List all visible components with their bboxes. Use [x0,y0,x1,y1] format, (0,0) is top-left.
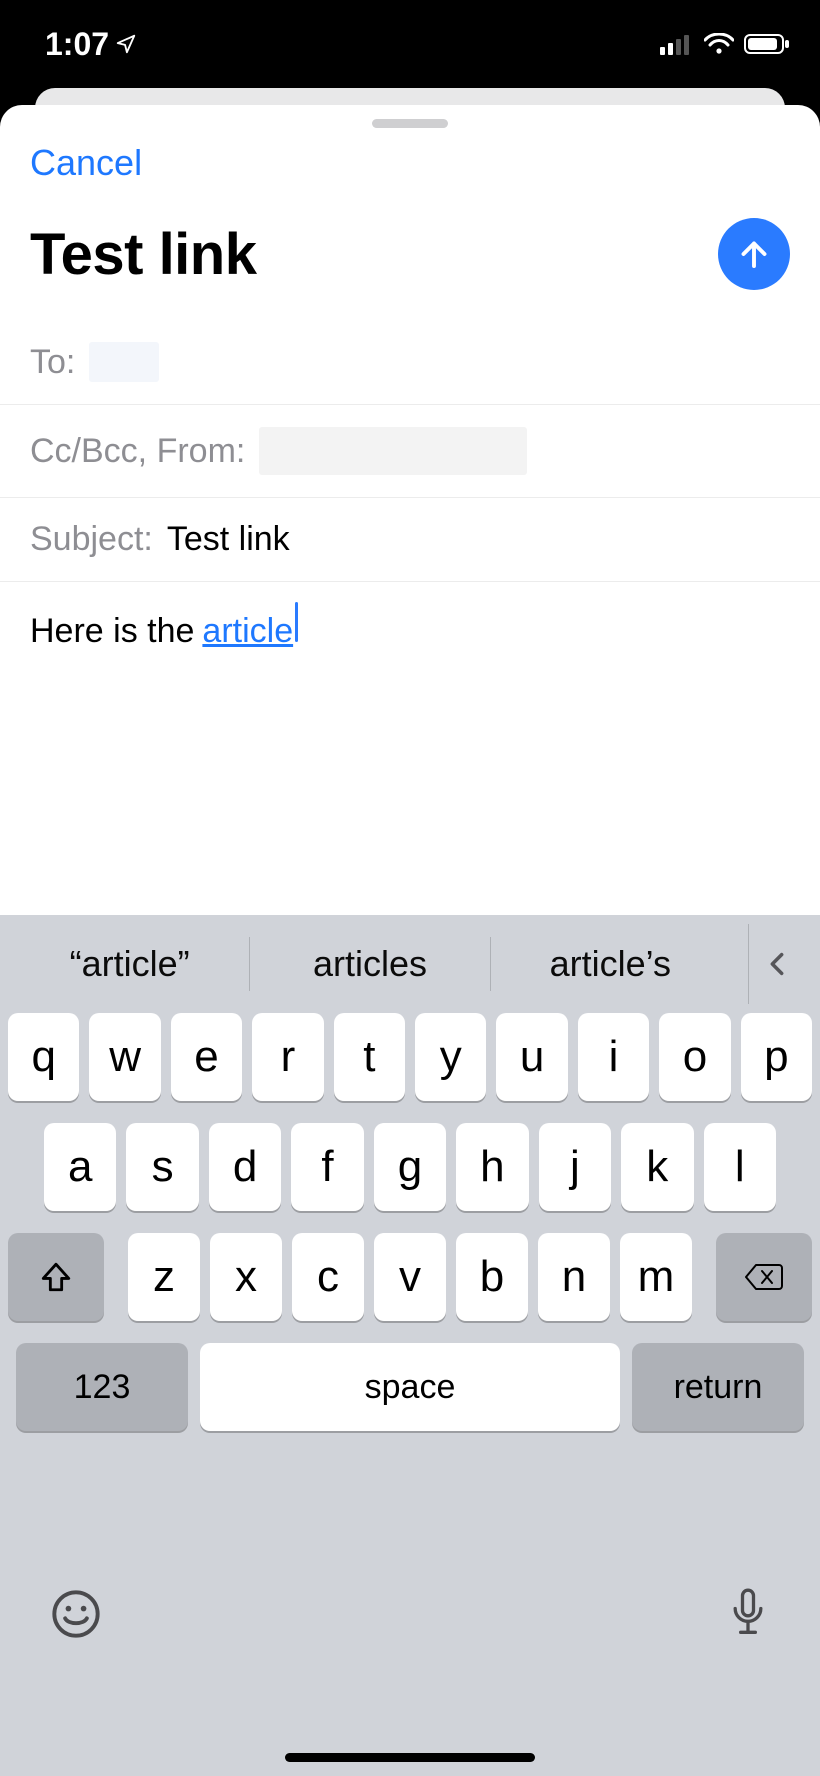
backspace-key[interactable] [716,1233,812,1321]
key-r[interactable]: r [252,1013,323,1101]
home-indicator[interactable] [285,1753,535,1762]
key-k[interactable]: k [621,1123,693,1211]
key-m[interactable]: m [620,1233,692,1321]
key-d[interactable]: d [209,1123,281,1211]
dictation-key[interactable] [726,1586,770,1642]
key-v[interactable]: v [374,1233,446,1321]
keyboard: “article” articles article’s q w e r t y… [0,915,820,1776]
key-y[interactable]: y [415,1013,486,1101]
ccbcc-from-field[interactable]: Cc/Bcc, From: [0,405,820,498]
divider [748,924,749,1004]
key-s[interactable]: s [126,1123,198,1211]
space-key[interactable]: space [200,1343,620,1431]
key-i[interactable]: i [578,1013,649,1101]
suggestion-3[interactable]: article’s [491,934,730,994]
key-row-1: q w e r t y u i o p [8,1013,812,1101]
suggestion-1[interactable]: “article” [10,934,249,994]
send-button[interactable] [718,218,790,290]
ccbcc-label: Cc/Bcc, From: [30,432,245,471]
suggestion-2[interactable]: articles [250,934,489,994]
key-q[interactable]: q [8,1013,79,1101]
subject-field[interactable]: Subject: Test link [0,498,820,582]
statusbar-time: 1:07 [45,26,109,63]
key-a[interactable]: a [44,1123,116,1211]
arrow-up-icon [736,236,772,272]
backspace-icon [744,1262,784,1292]
emoji-key[interactable] [50,1588,102,1640]
to-value-redacted [89,342,159,382]
key-o[interactable]: o [659,1013,730,1101]
key-g[interactable]: g [374,1123,446,1211]
numbers-key[interactable]: 123 [16,1343,188,1431]
shift-icon [39,1260,73,1294]
key-b[interactable]: b [456,1233,528,1321]
subject-value: Test link [167,520,290,559]
from-value-redacted [259,427,527,475]
return-key[interactable]: return [632,1343,804,1431]
chevron-left-icon[interactable] [763,947,791,981]
body-text: Here is the [30,608,194,656]
cellular-signal-icon [660,33,694,55]
key-t[interactable]: t [334,1013,405,1101]
key-row-4: 123 space return [8,1343,812,1431]
compose-title: Test link [30,221,256,288]
key-p[interactable]: p [741,1013,812,1101]
shift-key[interactable] [8,1233,104,1321]
sheet-grabber[interactable] [372,119,448,128]
key-n[interactable]: n [538,1233,610,1321]
key-z[interactable]: z [128,1233,200,1321]
key-row-2: a s d f g h j k l [8,1123,812,1211]
status-bar: 1:07 [0,0,820,88]
key-c[interactable]: c [292,1233,364,1321]
text-cursor [295,602,298,642]
location-icon [115,33,137,55]
body-link[interactable]: article [202,608,293,656]
to-label: To: [30,343,75,382]
cancel-button[interactable]: Cancel [30,142,142,184]
key-h[interactable]: h [456,1123,528,1211]
key-x[interactable]: x [210,1233,282,1321]
wifi-icon [704,33,734,55]
key-e[interactable]: e [171,1013,242,1101]
key-u[interactable]: u [496,1013,567,1101]
key-w[interactable]: w [89,1013,160,1101]
key-row-3: z x c v b n m [8,1233,812,1321]
key-l[interactable]: l [704,1123,776,1211]
battery-icon [744,33,790,55]
to-field[interactable]: To: [0,320,820,405]
key-j[interactable]: j [539,1123,611,1211]
subject-label: Subject: [30,520,153,559]
key-f[interactable]: f [291,1123,363,1211]
message-body[interactable]: Here is the article [0,582,820,676]
suggestion-bar: “article” articles article’s [0,915,820,1013]
